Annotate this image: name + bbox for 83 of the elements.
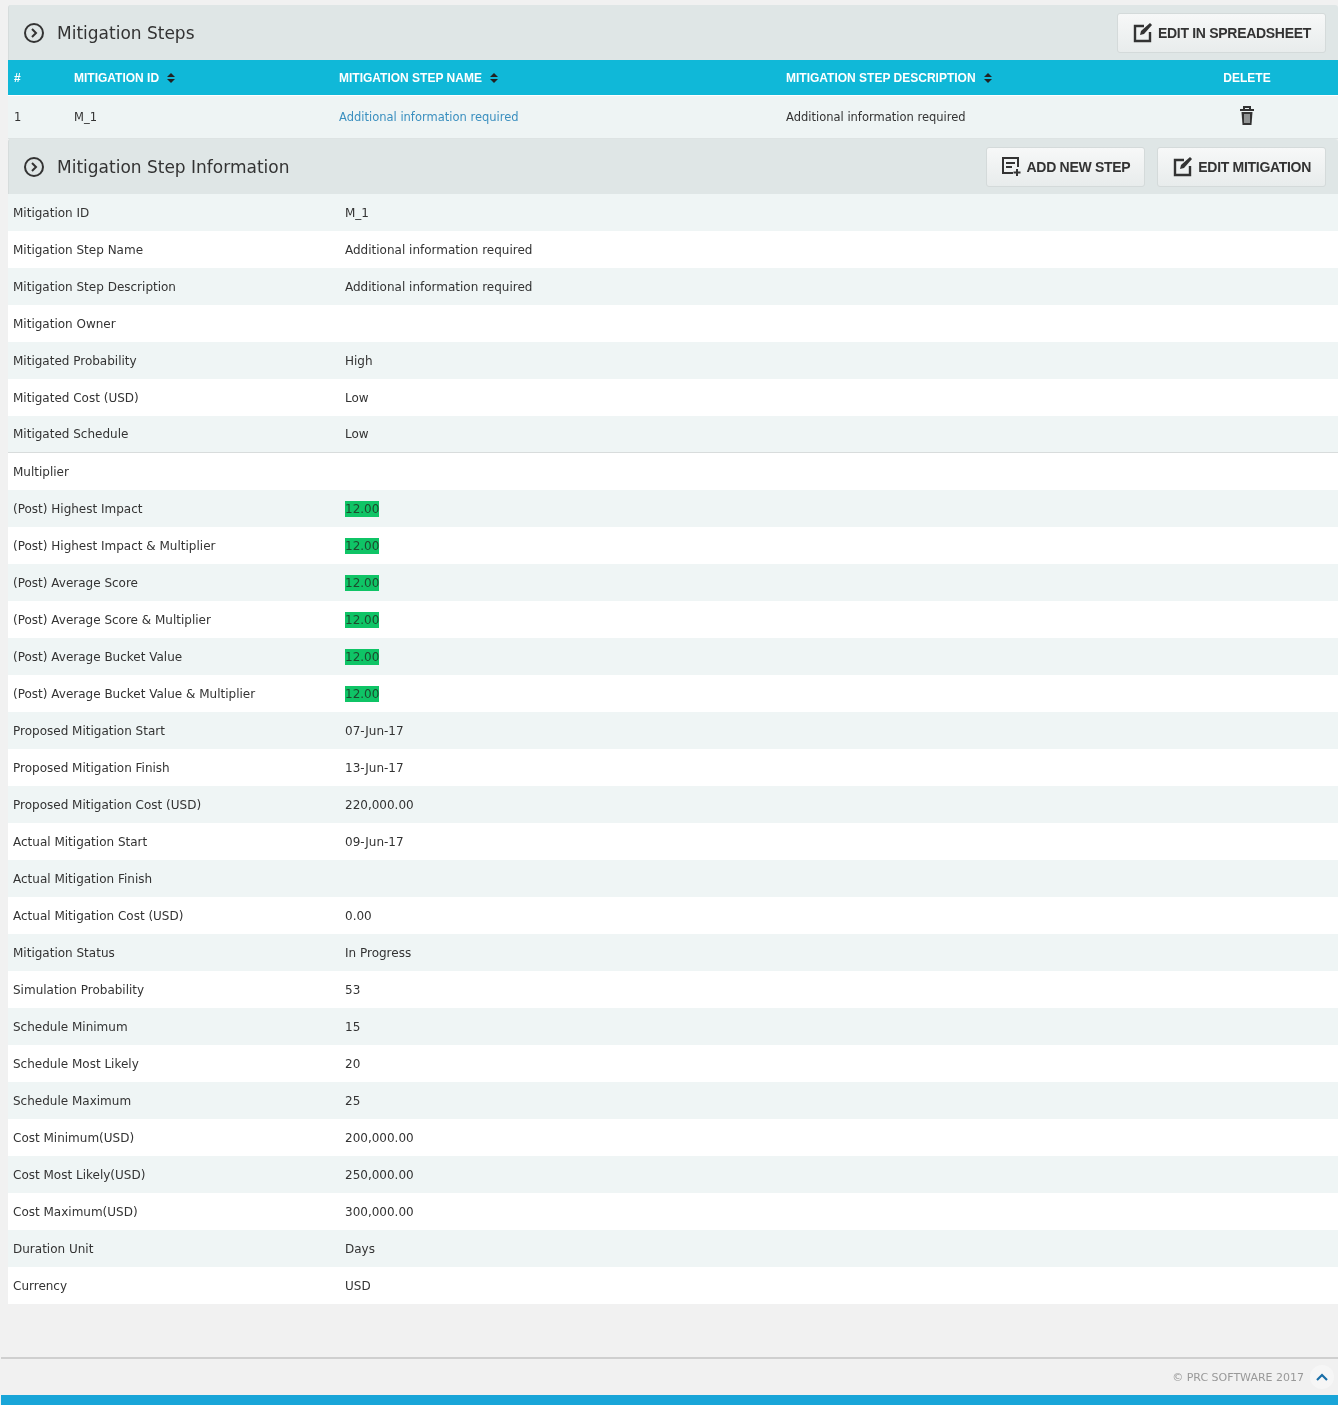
add-step-button[interactable]: ADD NEW STEP bbox=[985, 146, 1146, 187]
step-name-link[interactable]: Additional information required bbox=[339, 110, 519, 124]
sort-icon[interactable] bbox=[489, 73, 498, 84]
sort-icon[interactable] bbox=[983, 73, 992, 84]
field-value: USD bbox=[345, 1277, 371, 1294]
panel-title: Mitigation Steps bbox=[57, 22, 196, 43]
column-header[interactable]: MITIGATION STEP NAME bbox=[333, 60, 780, 96]
field-label: Schedule Most Likely bbox=[13, 1056, 140, 1071]
field-value: 13-Jun-17 bbox=[345, 759, 404, 776]
chevron-circle-icon[interactable] bbox=[23, 21, 45, 44]
highlighted-value: 12.00 bbox=[345, 537, 380, 554]
edit-icon bbox=[1172, 156, 1194, 177]
field-label: Cost Most Likely(USD) bbox=[13, 1167, 147, 1182]
field-label: Actual Mitigation Finish bbox=[13, 871, 154, 886]
field-label: Proposed Mitigation Cost (USD) bbox=[13, 797, 203, 812]
add-list-icon bbox=[1000, 156, 1022, 177]
field-value: Days bbox=[345, 1240, 375, 1257]
highlighted-value: 12.00 bbox=[345, 648, 380, 665]
field-label: Schedule Minimum bbox=[13, 1019, 129, 1034]
field-label: Actual Mitigation Start bbox=[13, 834, 149, 849]
field-value: 15 bbox=[345, 1018, 361, 1035]
field-label: Cost Minimum(USD) bbox=[13, 1130, 136, 1145]
highlighted-value: 12.00 bbox=[345, 574, 380, 591]
field-value: 300,000.00 bbox=[345, 1203, 414, 1220]
field-label: Mitigation Status bbox=[13, 945, 116, 960]
edit-icon bbox=[1132, 22, 1153, 43]
field-label: (Post) Average Score & Multiplier bbox=[13, 612, 212, 627]
column-header: DELETE bbox=[1156, 60, 1338, 96]
field-label: (Post) Average Bucket Value bbox=[13, 649, 184, 664]
field-value: 200,000.00 bbox=[345, 1129, 414, 1146]
column-header: # bbox=[8, 60, 68, 96]
field-value: 53 bbox=[345, 981, 361, 998]
field-label: Proposed Mitigation Start bbox=[13, 723, 166, 738]
field-value: M_1 bbox=[345, 204, 369, 221]
field-label: Cost Maximum(USD) bbox=[13, 1204, 139, 1219]
field-value: 220,000.00 bbox=[345, 796, 414, 813]
scroll-top-button[interactable] bbox=[1310, 1365, 1334, 1389]
field-value: 09-Jun-17 bbox=[345, 833, 404, 850]
field-value: Additional information required bbox=[345, 278, 533, 295]
field-label: Mitigation Step Name bbox=[13, 242, 145, 257]
table-cell: Additional information required bbox=[780, 95, 1156, 139]
field-label: Duration Unit bbox=[13, 1241, 95, 1256]
field-label: Mitigation ID bbox=[13, 205, 91, 220]
field-value: 0.00 bbox=[345, 907, 372, 924]
highlighted-value: 12.00 bbox=[345, 611, 380, 628]
field-label: Mitigated Schedule bbox=[13, 427, 130, 441]
highlighted-value: 12.00 bbox=[345, 500, 380, 517]
field-label: Mitigated Cost (USD) bbox=[13, 390, 140, 405]
field-value: Additional information required bbox=[345, 241, 533, 258]
edit-mitigation-button[interactable]: EDIT MITIGATION bbox=[1157, 146, 1326, 187]
highlighted-value: 12.00 bbox=[345, 685, 380, 702]
copyright-text: © PRC SOFTWARE 2017 bbox=[1172, 1370, 1304, 1384]
field-label: Currency bbox=[13, 1278, 69, 1293]
field-label: Simulation Probability bbox=[13, 982, 146, 997]
sort-icon[interactable] bbox=[167, 73, 176, 84]
field-label: Mitigation Step Description bbox=[13, 279, 177, 294]
field-label: (Post) Average Bucket Value & Multiplier bbox=[13, 686, 257, 701]
edit-spreadsheet-button[interactable]: EDIT IN SPREADSHEET bbox=[1117, 12, 1326, 53]
field-value: High bbox=[345, 352, 373, 369]
field-value: 250,000.00 bbox=[345, 1166, 414, 1183]
chevron-circle-icon[interactable] bbox=[23, 155, 45, 178]
field-value: Low bbox=[345, 389, 369, 406]
table-cell: M_1 bbox=[68, 95, 333, 139]
field-label: Mitigation Owner bbox=[13, 316, 117, 331]
field-label: Multiplier bbox=[13, 464, 70, 479]
field-value: Low bbox=[345, 426, 369, 442]
column-header[interactable]: MITIGATION ID bbox=[68, 60, 333, 96]
field-label: Actual Mitigation Cost (USD) bbox=[13, 908, 185, 923]
field-value: 07-Jun-17 bbox=[345, 722, 404, 739]
field-label: (Post) Highest Impact bbox=[13, 501, 144, 516]
column-header[interactable]: MITIGATION STEP DESCRIPTION bbox=[780, 60, 1156, 96]
field-label: Mitigated Probability bbox=[13, 353, 138, 368]
field-value: 25 bbox=[345, 1092, 361, 1109]
panel-title: Mitigation Step Information bbox=[57, 156, 291, 177]
field-label: Proposed Mitigation Finish bbox=[13, 760, 171, 775]
chevron-up-icon bbox=[1316, 1373, 1328, 1381]
field-label: (Post) Average Score bbox=[13, 575, 139, 590]
field-value: In Progress bbox=[345, 944, 412, 961]
field-label: Schedule Maximum bbox=[13, 1093, 133, 1108]
field-label: (Post) Highest Impact & Multiplier bbox=[13, 538, 217, 553]
trash-icon[interactable] bbox=[1239, 105, 1255, 126]
table-cell: 1 bbox=[8, 95, 68, 139]
field-value: 20 bbox=[345, 1055, 361, 1072]
